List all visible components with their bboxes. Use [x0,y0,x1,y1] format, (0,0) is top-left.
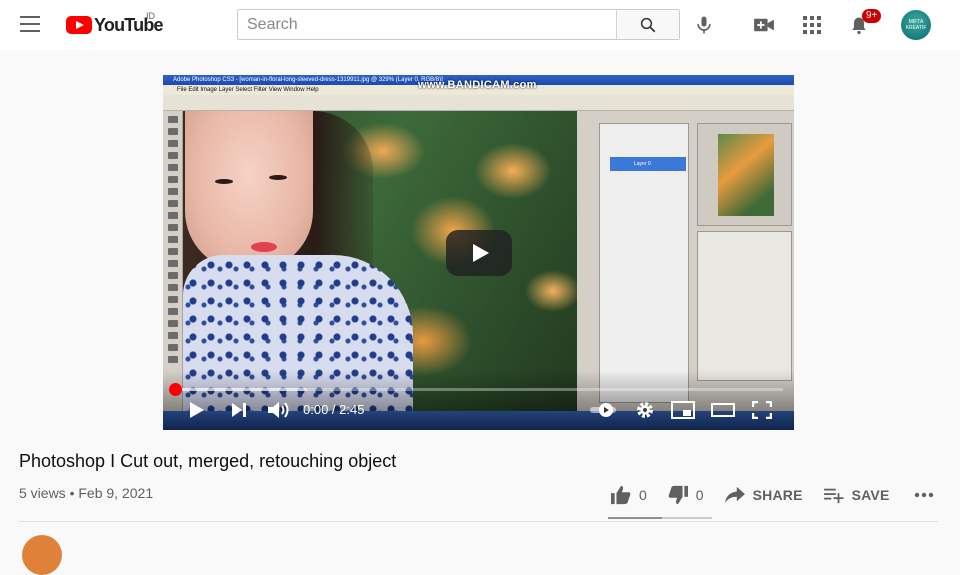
sentiment-fill [608,517,663,519]
apps-icon [803,16,821,34]
progress-bar[interactable] [173,388,783,391]
save-button[interactable]: SAVE [823,486,890,504]
person-lips [251,242,277,252]
settings-button[interactable] [633,399,657,421]
share-label: SHARE [752,487,803,503]
progress-buffered [173,388,308,391]
miniplayer-icon [671,401,695,419]
avatar-text: MIFTA KREATIF [905,19,927,31]
sentiment-bar [608,517,712,519]
youtube-logo-icon [66,16,92,34]
search-icon [640,17,656,32]
photoshop-panels: Layer 0 [577,111,794,411]
video-title: Photoshop I Cut out, merged, retouching … [19,451,397,471]
country-code: ID [146,11,155,21]
layers-panel: Layer 0 [599,123,689,403]
navigator-panel [697,123,792,226]
theater-mode-button[interactable] [709,399,737,421]
view-count: 5 views [19,485,66,501]
youtube-logo[interactable]: YouTube ID [66,11,164,36]
video-meta: 5 views • Feb 9, 2021 [19,485,153,501]
search-input[interactable] [238,10,616,39]
next-button[interactable] [227,399,251,421]
play-icon [190,402,204,418]
action-bar: 0 0 SHARE SAVE [610,484,960,506]
publish-date: Feb 9, 2021 [78,485,154,501]
theater-icon [711,403,735,417]
photoshop-toolbox [163,111,183,411]
swatches-panel [697,231,792,381]
dislike-count: 0 [695,487,704,503]
thumbs-down-icon [668,485,688,505]
video-player[interactable]: Adobe Photoshop CS3 - [woman-in-floral-l… [163,75,794,430]
avatar[interactable]: MIFTA KREATIF [901,10,931,40]
time-separator: / [328,402,340,417]
bandicam-watermark: www.BANDICAM.com [418,79,537,91]
more-icon [914,492,933,498]
masthead: YouTube ID 9+ MIFTA KREATIF [0,0,960,50]
share-icon [724,486,745,504]
dislike-button[interactable]: 0 [667,485,704,505]
settings-gear-icon [637,402,653,418]
search-box [237,9,680,40]
channel-avatar[interactable] [22,535,62,575]
notification-badge: 9+ [862,9,882,23]
photoshop-options-bar [163,95,794,111]
navigator-thumbnail [718,134,774,216]
search-button[interactable] [616,10,679,39]
fullscreen-button[interactable] [749,399,775,421]
menu-icon[interactable] [20,16,40,32]
thumbs-up-icon [611,485,631,505]
voice-search-button[interactable] [692,13,716,37]
like-button[interactable]: 0 [610,485,647,505]
person-face [185,111,313,271]
save-label: SAVE [851,487,890,503]
more-actions-button[interactable] [914,492,941,498]
playlist-add-icon [823,488,844,504]
scrubber-handle[interactable] [169,383,182,396]
layer-row: Layer 0 [610,157,686,171]
time-display: 0:00 / 2:45 [303,402,364,417]
share-button[interactable]: SHARE [724,486,803,504]
duration: 2:45 [339,402,365,417]
like-count: 0 [639,487,647,503]
fullscreen-icon [752,401,772,419]
volume-icon [268,402,289,418]
large-play-button[interactable] [446,230,512,276]
play-button[interactable] [185,399,209,421]
mic-icon [697,16,711,34]
apps-button[interactable] [800,13,824,37]
meta-separator: • [65,485,79,501]
mute-button[interactable] [265,399,293,421]
next-icon [232,403,246,417]
create-video-icon [754,18,774,32]
current-time: 0:00 [303,402,329,417]
divider [19,521,938,522]
miniplayer-button[interactable] [669,399,697,421]
create-button[interactable] [752,13,776,37]
autoplay-toggle[interactable] [587,399,621,421]
controls-scrim [163,370,794,430]
